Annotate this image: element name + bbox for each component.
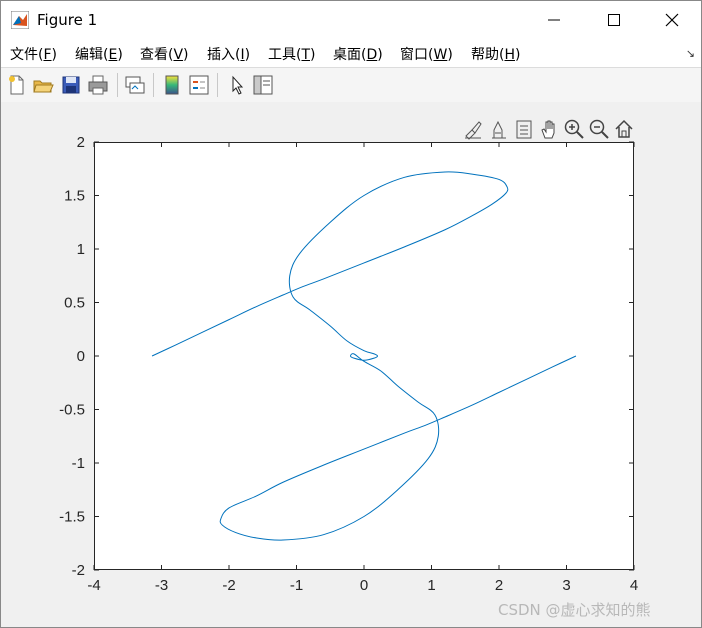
x-tick-label: -3 [155, 577, 168, 594]
y-tick-label: -1 [72, 455, 85, 472]
x-tick-label: 3 [562, 577, 570, 594]
y-tick-label: 1 [77, 241, 85, 258]
y-tick-label: -1.5 [59, 509, 85, 526]
y-tick-label: 1.5 [64, 188, 85, 205]
axes-background [94, 142, 634, 570]
figure-window: Figure 1 文件(F) 编辑(E) 查看(V) 插入(I) 工具(T) 桌… [0, 0, 702, 628]
x-tick-label: -2 [222, 577, 235, 594]
watermark-text: CSDN @虚心求知的熊 [498, 601, 651, 619]
y-tick-label: 2 [77, 134, 85, 151]
x-tick-label: -4 [87, 577, 100, 594]
y-tick-label: 0 [77, 348, 85, 365]
y-tick-label: -2 [72, 562, 85, 579]
x-tick-label: 1 [427, 577, 435, 594]
y-tick-label: -0.5 [59, 402, 85, 419]
plot-area[interactable]: -4 -3 -2 -1 0 1 2 3 4 -2 -1.5 -1 -0.5 0 0.5 1 1.5 2 [1, 1, 701, 627]
x-tick-label: 0 [360, 577, 368, 594]
x-tick-label: 4 [630, 577, 638, 594]
x-tick-label: -1 [290, 577, 303, 594]
y-tick-label: 0.5 [64, 295, 85, 312]
x-tick-label: 2 [495, 577, 503, 594]
